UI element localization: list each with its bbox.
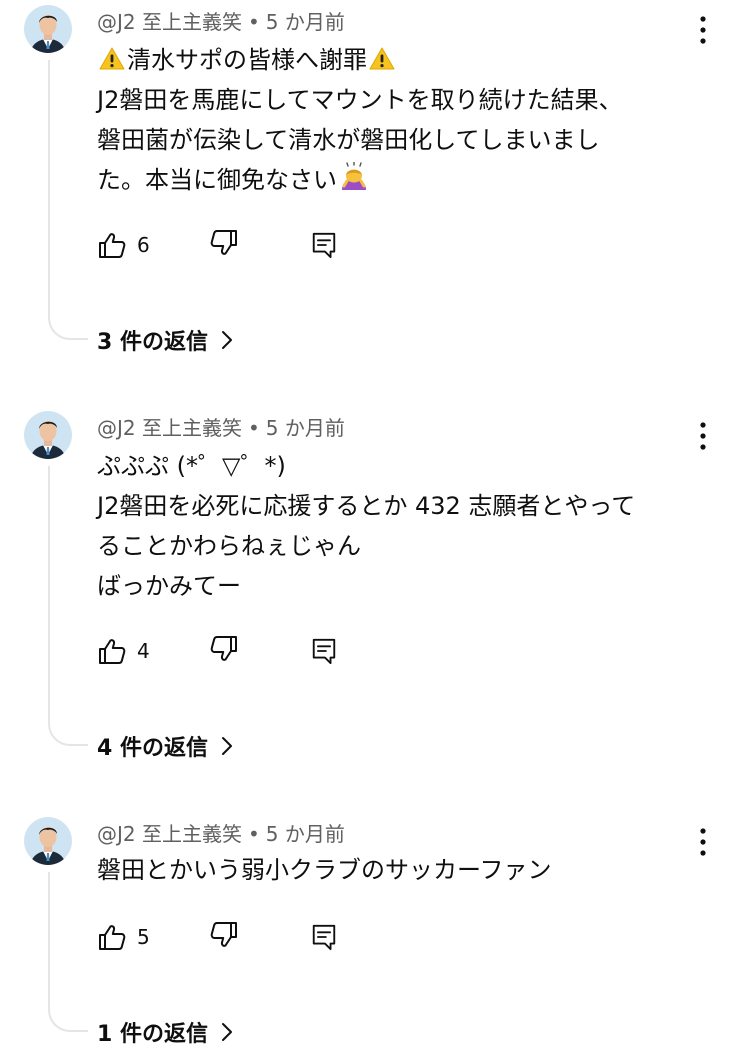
- comment-item: @J2 至上主義笑 • 5 か月前 磐田とかいう弱小クラブのサッカーファン 5 1 …: [0, 812, 750, 1055]
- thread-line: [48, 466, 88, 746]
- comment-line-text: 清水サポの皆様へ謝罪: [127, 46, 367, 74]
- comment-meta: @J2 至上主義笑 • 5 か月前: [97, 818, 345, 847]
- thread-line: [48, 60, 88, 340]
- dislike-button[interactable]: [209, 228, 239, 262]
- thumbs-down-icon: [209, 634, 239, 664]
- reply-button[interactable]: [310, 230, 338, 264]
- meta-separator: •: [247, 10, 260, 34]
- like-count: 4: [137, 639, 150, 663]
- like-count: 5: [137, 925, 150, 949]
- bowing-person-emoji-icon: [339, 162, 369, 192]
- view-replies-button[interactable]: 3 件の返信: [97, 324, 234, 356]
- comment-line: 清水サポの皆様へ謝罪: [97, 40, 697, 80]
- comment-actions: 5: [97, 920, 357, 954]
- author-name[interactable]: @J2 至上主義笑: [97, 416, 242, 440]
- replies-count-label: 4 件の返信: [97, 736, 208, 761]
- reply-comment-icon: [310, 230, 338, 260]
- thumbs-down-icon: [209, 920, 239, 950]
- warning-emoji-icon: [369, 46, 395, 72]
- comment-text: 清水サポの皆様へ謝罪 J2磐田を馬鹿にしてマウントを取り続けた結果、 磐田菌が伝…: [97, 40, 697, 200]
- thumbs-down-icon: [209, 228, 239, 258]
- chevron-right-icon: [220, 735, 234, 757]
- comment-text: 磐田とかいう弱小クラブのサッカーファン: [97, 850, 697, 890]
- reply-button[interactable]: [310, 636, 338, 670]
- author-name[interactable]: @J2 至上主義笑: [97, 10, 242, 34]
- comment-actions: 6: [97, 228, 357, 262]
- author-avatar[interactable]: [24, 5, 72, 53]
- thumbs-up-icon: [97, 230, 127, 260]
- comment-item: @J2 至上主義笑 • 5 か月前 清水サポの皆様へ謝罪 J2磐田を馬鹿にしてマウン…: [0, 0, 750, 380]
- comment-line-text: た。本当に御免なさい: [97, 166, 337, 194]
- comment-line: ることかわらねぇじゃん: [97, 532, 361, 560]
- meta-separator: •: [247, 822, 260, 846]
- comment-item: @J2 至上主義笑 • 5 か月前 ぷぷぷ (*゜▽゜*) J2磐田を必死に応援する…: [0, 406, 750, 786]
- comment-line: ばっかみてー: [97, 572, 241, 600]
- comment-line: J2磐田を必死に応援するとか 432 志願者とやって: [97, 492, 636, 520]
- author-name[interactable]: @J2 至上主義笑: [97, 822, 242, 846]
- chevron-right-icon: [220, 329, 234, 351]
- meta-separator: •: [247, 416, 260, 440]
- comment-line: ぷぷぷ (*゜▽゜*): [97, 452, 286, 480]
- reply-comment-icon: [310, 922, 338, 952]
- comment-time[interactable]: 5 か月前: [266, 416, 345, 440]
- like-count: 6: [137, 233, 150, 257]
- like-button[interactable]: 4: [97, 634, 150, 668]
- warning-emoji-icon: [99, 46, 125, 72]
- reply-button[interactable]: [310, 922, 338, 956]
- like-button[interactable]: 5: [97, 920, 150, 954]
- chevron-right-icon: [220, 1021, 234, 1043]
- comment-meta: @J2 至上主義笑 • 5 か月前: [97, 6, 345, 35]
- reply-comment-icon: [310, 636, 338, 666]
- comment-meta: @J2 至上主義笑 • 5 か月前: [97, 412, 345, 441]
- view-replies-button[interactable]: 4 件の返信: [97, 730, 234, 762]
- more-vertical-icon: [699, 827, 707, 857]
- thumbs-up-icon: [97, 636, 127, 666]
- comment-time[interactable]: 5 か月前: [266, 822, 345, 846]
- thumbs-up-icon: [97, 922, 127, 952]
- more-vertical-icon: [699, 421, 707, 451]
- comment-text: ぷぷぷ (*゜▽゜*) J2磐田を必死に応援するとか 432 志願者とやって る…: [97, 446, 697, 606]
- comment-line: た。本当に御免なさい: [97, 160, 697, 200]
- replies-count-label: 3 件の返信: [97, 330, 208, 355]
- author-avatar[interactable]: [24, 817, 72, 865]
- thread-line: [48, 872, 88, 1032]
- comment-line: J2磐田を馬鹿にしてマウントを取り続けた結果、: [97, 86, 623, 114]
- dislike-button[interactable]: [209, 920, 239, 954]
- comment-time[interactable]: 5 か月前: [266, 10, 345, 34]
- like-button[interactable]: 6: [97, 228, 150, 262]
- comment-actions: 4: [97, 634, 357, 668]
- author-avatar[interactable]: [24, 411, 72, 459]
- view-replies-button[interactable]: 1 件の返信: [97, 1016, 234, 1048]
- comment-line: 磐田とかいう弱小クラブのサッカーファン: [97, 856, 552, 884]
- more-vertical-icon: [699, 15, 707, 45]
- comment-line: 磐田菌が伝染して清水が磐田化してしまいまし: [97, 126, 600, 154]
- dislike-button[interactable]: [209, 634, 239, 668]
- replies-count-label: 1 件の返信: [97, 1022, 208, 1047]
